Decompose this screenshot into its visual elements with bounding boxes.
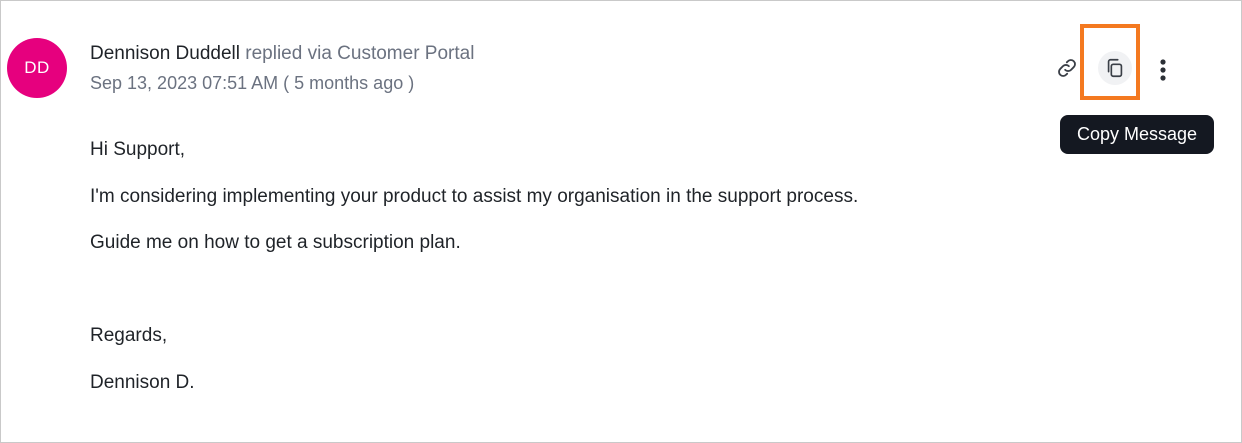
reply-source-text: via Customer Portal [307, 43, 475, 64]
body-line: I'm considering implementing your produc… [90, 186, 859, 207]
more-vertical-icon [1160, 59, 1166, 81]
copy-link-button[interactable] [1052, 53, 1082, 83]
body-line: Regards, [90, 325, 168, 346]
reply-action-text: replied [245, 43, 303, 64]
avatar-initials: DD [24, 58, 50, 77]
author-name[interactable]: Dennison Duddell [90, 43, 240, 64]
link-icon [1058, 59, 1076, 77]
copy-message-tooltip: Copy Message [1060, 115, 1214, 154]
message-timestamp: Sep 13, 2023 07:51 AM ( 5 months ago ) [90, 73, 415, 93]
body-line: Hi Support, [90, 139, 186, 160]
body-line: Guide me on how to get a subscription pl… [90, 232, 461, 253]
avatar: DD [7, 38, 67, 98]
body-line: Dennison D. [90, 372, 195, 393]
copy-message-button[interactable] [1098, 51, 1132, 85]
tooltip-label: Copy Message [1076, 124, 1198, 144]
message-card: DD Dennison Duddell replied via Customer… [0, 0, 1242, 443]
more-options-button[interactable] [1151, 55, 1175, 85]
message-header: Dennison Duddell replied via Customer Po… [90, 42, 474, 66]
copy-icon [1107, 58, 1123, 78]
